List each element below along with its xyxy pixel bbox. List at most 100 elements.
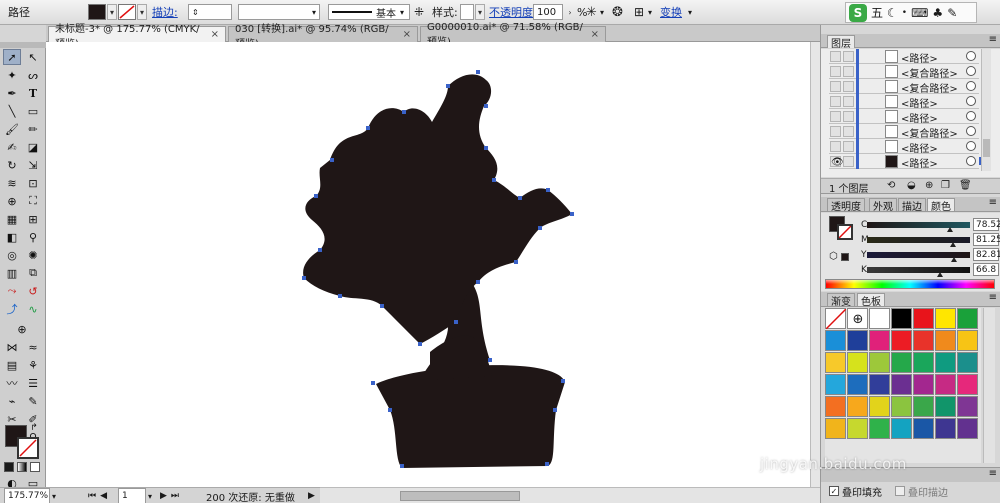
- artboard-tool-icon[interactable]: ⧉: [24, 265, 42, 281]
- yellow-slider[interactable]: Y 82.81 %: [861, 248, 1000, 262]
- zoom-field[interactable]: 175.77% ▾: [4, 488, 56, 503]
- toolbox-grip[interactable]: [0, 42, 46, 48]
- anchor-point[interactable]: [484, 146, 488, 150]
- last-color-swatch[interactable]: [841, 253, 849, 261]
- color-stroke-swatch[interactable]: [837, 224, 853, 240]
- close-icon[interactable]: ×: [403, 29, 411, 40]
- opacity-label[interactable]: 不透明度:: [489, 3, 537, 21]
- color-swatch[interactable]: [935, 374, 956, 395]
- anchor-point[interactable]: [514, 260, 518, 264]
- color-swatch[interactable]: [869, 374, 890, 395]
- tab-document-2[interactable]: 030 [转换].ai* @ 95.74% (RGB/预览)×: [228, 24, 418, 50]
- dot-icon[interactable]: •: [902, 8, 907, 18]
- panel-menu-icon[interactable]: ≡: [989, 468, 997, 479]
- shape-builder-tool-icon[interactable]: ⊕: [3, 193, 21, 209]
- color-swatch[interactable]: [847, 330, 868, 351]
- target-icon[interactable]: [966, 111, 976, 121]
- color-swatch[interactable]: [935, 330, 956, 351]
- style-selector[interactable]: ▾: [460, 3, 485, 21]
- none-swatch[interactable]: [825, 308, 847, 330]
- layer-row[interactable]: 👁 <路径>: [829, 154, 987, 170]
- swatches-scrollbar[interactable]: [983, 308, 995, 463]
- anchor-point[interactable]: [302, 276, 306, 280]
- anchor-point[interactable]: [561, 379, 565, 383]
- color-swatch[interactable]: [957, 396, 978, 417]
- color-swatch[interactable]: [891, 330, 912, 351]
- vertical-scrollbar[interactable]: [810, 42, 820, 487]
- color-swatch[interactable]: [935, 352, 956, 373]
- gradient-tool-icon[interactable]: ◧: [3, 229, 21, 245]
- anchor-point[interactable]: [418, 342, 422, 346]
- color-swatch[interactable]: [957, 418, 978, 439]
- horizontal-scrollbar[interactable]: [320, 487, 820, 503]
- color-swatch[interactable]: [825, 418, 846, 439]
- layer-row[interactable]: <路径>: [829, 94, 979, 110]
- cyan-slider[interactable]: C 78.52 %: [861, 218, 1000, 232]
- anchor-point[interactable]: [314, 194, 318, 198]
- layer-row[interactable]: <复合路径>: [829, 79, 979, 95]
- slider-knob[interactable]: [951, 257, 957, 262]
- color-swatch[interactable]: [913, 308, 934, 329]
- gradient-mode-icon[interactable]: [17, 462, 27, 472]
- skin-icon[interactable]: ♣: [932, 6, 943, 20]
- trash-icon[interactable]: 🗑: [959, 180, 972, 191]
- target-icon[interactable]: [966, 51, 976, 61]
- color-swatch[interactable]: [957, 330, 978, 351]
- fill-color-selector[interactable]: ▾: [88, 3, 117, 21]
- live-paint-tool-icon[interactable]: ⛶: [24, 193, 42, 209]
- blob-brush-tool-icon[interactable]: ✍: [3, 139, 21, 155]
- chevron-down-icon[interactable]: ▾: [688, 3, 692, 21]
- tab-gradient[interactable]: 渐变: [827, 293, 855, 308]
- checkbox[interactable]: [895, 486, 905, 496]
- scale-tool-icon[interactable]: ⇲: [24, 157, 42, 173]
- perspective-grid-tool-icon[interactable]: ▦: [3, 211, 21, 227]
- tab-stroke[interactable]: 描边: [898, 198, 926, 213]
- chevron-right-icon[interactable]: ›: [565, 4, 575, 20]
- color-swatch[interactable]: [847, 418, 868, 439]
- stroke-label[interactable]: 描边:: [152, 3, 178, 21]
- ime-toolbar[interactable]: S 五 ☾ • ⌨ ♣ ✎: [845, 2, 977, 23]
- graphic-style-icon[interactable]: ❂: [612, 3, 623, 21]
- color-swatch[interactable]: [891, 396, 912, 417]
- layer-row[interactable]: <复合路径>: [829, 124, 979, 140]
- rotate-tool-icon[interactable]: ↻: [3, 157, 21, 173]
- panel-menu-icon[interactable]: ≡: [989, 292, 997, 303]
- chevron-down-icon[interactable]: ▾: [148, 492, 152, 501]
- color-swatch[interactable]: [891, 418, 912, 439]
- color-swatch[interactable]: [957, 352, 978, 373]
- layers-scrollbar[interactable]: [981, 49, 991, 171]
- slider-knob[interactable]: [937, 272, 943, 277]
- line-tool-icon[interactable]: ╲: [3, 103, 21, 119]
- color-swatch[interactable]: [891, 374, 912, 395]
- anchor-point[interactable]: [446, 84, 450, 88]
- sogou-logo-icon[interactable]: S: [849, 3, 867, 22]
- color-swatch[interactable]: [869, 396, 890, 417]
- scrollbar-thumb[interactable]: [983, 139, 990, 157]
- stroke-weight-input[interactable]: ⇕: [188, 4, 232, 20]
- knife-tool-icon[interactable]: ⌁: [3, 393, 21, 409]
- next-artboard-icon[interactable]: ▶: [160, 491, 167, 501]
- checkbox-checked[interactable]: ✓: [829, 486, 839, 496]
- anchor-point[interactable]: [545, 462, 549, 466]
- opacity-input[interactable]: 100: [533, 4, 563, 20]
- color-spectrum[interactable]: [825, 279, 995, 289]
- color-swatch[interactable]: [891, 308, 912, 329]
- magic-wand-tool-icon[interactable]: ✦: [3, 67, 21, 83]
- crosshair-tool-icon[interactable]: ⊕: [13, 321, 31, 337]
- artboard-canvas[interactable]: [46, 42, 820, 487]
- tab-transparency[interactable]: 透明度: [827, 198, 865, 213]
- color-swatch[interactable]: [847, 396, 868, 417]
- scribble-tool-icon[interactable]: 〰: [3, 375, 21, 391]
- panel-menu-icon[interactable]: ≡: [989, 34, 997, 45]
- locate-object-icon[interactable]: ⟲: [887, 180, 895, 191]
- tab-swatches[interactable]: 色板: [857, 293, 885, 308]
- moon-icon[interactable]: ☾: [887, 6, 898, 20]
- chevron-down-icon[interactable]: ▾: [600, 3, 604, 21]
- color-mode-icon[interactable]: [4, 462, 14, 472]
- chevron-down-icon[interactable]: ▾: [52, 492, 56, 501]
- anchor-point[interactable]: [338, 294, 342, 298]
- reshape-tool-icon[interactable]: ↺: [24, 283, 42, 299]
- color-swatch[interactable]: [935, 396, 956, 417]
- blend-tool-icon[interactable]: ◎: [3, 247, 21, 263]
- fill-swatch[interactable]: [88, 4, 106, 20]
